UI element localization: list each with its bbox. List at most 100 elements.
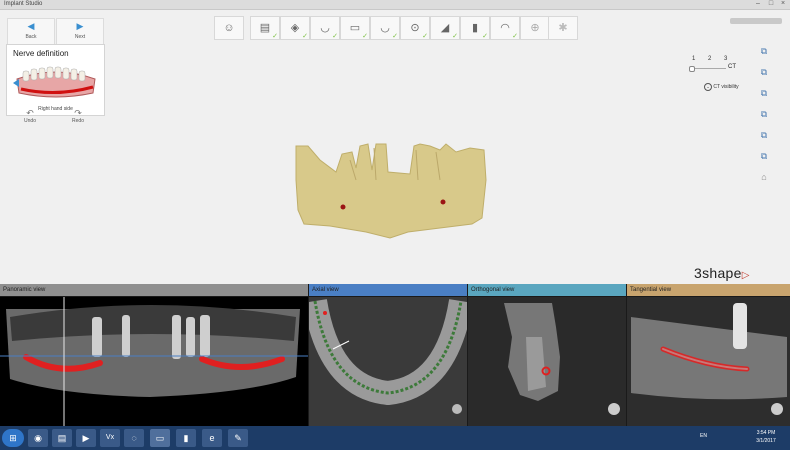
logo-text: 3shape <box>694 265 742 281</box>
step-arch-button[interactable]: ◡ ✓ <box>370 16 400 40</box>
axial-view-header[interactable]: Axial view <box>309 284 467 296</box>
os-taskbar: ⊞ ◉ ▤ ▶ Vx ◌ ▭ ▮ e ✎ EN 3:54 PM 3/1/2017 <box>0 426 790 450</box>
ct-tick: 3 <box>724 56 728 62</box>
vx-app-icon[interactable]: Vx <box>100 429 120 447</box>
view-label: Panoramic view <box>3 287 46 293</box>
ct-tick: 2 <box>708 56 712 62</box>
align-icon: ⊙ <box>410 22 420 34</box>
panorama-icon: ▭ <box>349 22 361 34</box>
logo-triangle-icon: ▷ <box>741 270 750 281</box>
view-front-icon[interactable]: ⧉ <box>757 44 771 58</box>
ct-slider-label: CT <box>728 64 736 70</box>
tooth-icon: ◡ <box>320 22 330 34</box>
chat-app-icon[interactable]: ◌ <box>124 429 144 447</box>
implant-app-icon[interactable]: ▮ <box>176 429 196 447</box>
undo-button[interactable]: ↶ Undo <box>10 108 50 124</box>
axial-view[interactable] <box>309 297 467 426</box>
windows-icon: ⊞ <box>9 433 17 443</box>
panoramic-image <box>0 297 308 426</box>
slider-thumb[interactable] <box>689 66 695 72</box>
nerve-definition-panel: Nerve definition Right hand side <box>6 44 105 116</box>
check-icon: ✓ <box>332 33 338 40</box>
jaw-3d-model[interactable] <box>290 140 490 240</box>
orthogonal-image <box>468 297 626 426</box>
guide-icon: ◠ <box>500 22 510 34</box>
tool-app-icon[interactable]: ✎ <box>228 429 248 447</box>
title-bar: Implant Studio – □ × <box>0 0 790 10</box>
tangential-view[interactable] <box>627 297 790 426</box>
back-label: Back <box>25 34 37 40</box>
next-label: Next <box>74 34 86 40</box>
maximize-icon[interactable]: □ <box>765 0 777 8</box>
ie-app-icon[interactable]: e <box>202 429 222 447</box>
arrow-left-icon: ◀ <box>27 21 35 31</box>
step-sleeve-button[interactable]: ⊕ <box>520 16 550 40</box>
step-implant-button[interactable]: ▮ ✓ <box>460 16 490 40</box>
check-icon: ✓ <box>452 33 458 40</box>
step-nerve-button[interactable]: ◢ ✓ <box>430 16 460 40</box>
step-guide-button[interactable]: ◠ ✓ <box>490 16 520 40</box>
window-title: Implant Studio <box>4 1 43 7</box>
slider-track <box>690 68 726 69</box>
axial-image <box>309 297 467 426</box>
check-icon: ✓ <box>362 33 368 40</box>
arrow-right-icon: ▶ <box>76 21 84 31</box>
scan-icon: ◈ <box>290 22 300 34</box>
undo-label: Undo <box>24 118 36 124</box>
monitor-app-icon[interactable]: ▭ <box>150 429 170 447</box>
step-tooth-button[interactable]: ◡ ✓ <box>310 16 340 40</box>
check-icon: ✓ <box>392 33 398 40</box>
system-clock[interactable]: 3:54 PM 3/1/2017 <box>750 429 782 445</box>
check-icon: ✓ <box>302 33 308 40</box>
ct-tick: 1 <box>692 56 696 62</box>
language-indicator[interactable]: EN <box>700 433 707 439</box>
workflow-toolbar: ☺ ▤ ✓ ◈ ✓ ◡ ✓ ▭ ✓ ◡ ✓ ⊙ ✓ ◢ ✓ ▮ ✓ ◠ ✓ ⊕ ✱ <box>214 16 578 40</box>
tangential-image <box>627 297 790 426</box>
chrome-app-icon[interactable]: ◉ <box>28 429 48 447</box>
folder-app-icon[interactable]: ▤ <box>52 429 72 447</box>
close-icon[interactable]: × <box>777 0 789 8</box>
view-top-icon[interactable]: ⧉ <box>757 128 771 142</box>
view-label: Tangential view <box>630 287 672 293</box>
export-icon: ✱ <box>558 22 568 34</box>
document-icon: ▤ <box>259 22 271 34</box>
sleeve-icon: ⊕ <box>530 22 540 34</box>
patient-avatar-button[interactable]: ☺ <box>214 16 244 40</box>
redo-button[interactable]: ↷ Redo <box>58 108 98 124</box>
orthogonal-view-header[interactable]: Orthogonal view <box>468 284 626 296</box>
step-export-button[interactable]: ✱ <box>548 16 578 40</box>
patient-icon: ☺ <box>223 22 235 34</box>
orthogonal-view[interactable] <box>468 297 626 426</box>
clock-date: 3/1/2017 <box>756 438 776 444</box>
panoramic-view[interactable] <box>0 297 308 426</box>
start-button[interactable]: ⊞ <box>2 429 24 447</box>
screenshot-icon[interactable]: ⌂ <box>757 170 771 184</box>
ct-visibility-toggle[interactable]: ⌄ CT visibility <box>704 83 739 91</box>
check-icon: ✓ <box>482 33 488 40</box>
undo-icon: ↶ <box>26 108 34 118</box>
check-icon: ✓ <box>512 33 518 40</box>
step-scan-button[interactable]: ◈ ✓ <box>280 16 310 40</box>
step-import-button[interactable]: ▤ ✓ <box>250 16 280 40</box>
brand-logo: 3shape▷ <box>694 265 750 281</box>
view-right-icon[interactable]: ⧉ <box>757 107 771 121</box>
step-align-button[interactable]: ⊙ ✓ <box>400 16 430 40</box>
redo-icon: ↷ <box>74 108 82 118</box>
ct-threshold-slider[interactable]: 1 2 3 CT <box>689 56 740 76</box>
panoramic-view-header[interactable]: Panoramic view <box>0 284 308 296</box>
user-name-redacted <box>730 18 782 24</box>
implant-icon: ▮ <box>471 22 479 34</box>
ct-views-panel: Panoramic view Axial view Orthogonal vie… <box>0 284 790 426</box>
minimize-icon[interactable]: – <box>752 0 764 8</box>
view-back-icon[interactable]: ⧉ <box>757 65 771 79</box>
tangential-view-header[interactable]: Tangential view <box>627 284 790 296</box>
app-workspace: ◀ Back ▶ Next Nerve definition Right han… <box>0 10 790 284</box>
view-left-icon[interactable]: ⧉ <box>757 86 771 100</box>
nerve-panel-title: Nerve definition <box>13 49 69 58</box>
nerve-icon: ◢ <box>440 22 450 34</box>
jaw-thumbnail[interactable] <box>13 63 99 103</box>
arch-icon: ◡ <box>380 22 390 34</box>
step-panorama-button[interactable]: ▭ ✓ <box>340 16 370 40</box>
media-app-icon[interactable]: ▶ <box>76 429 96 447</box>
view-bottom-icon[interactable]: ⧉ <box>757 149 771 163</box>
